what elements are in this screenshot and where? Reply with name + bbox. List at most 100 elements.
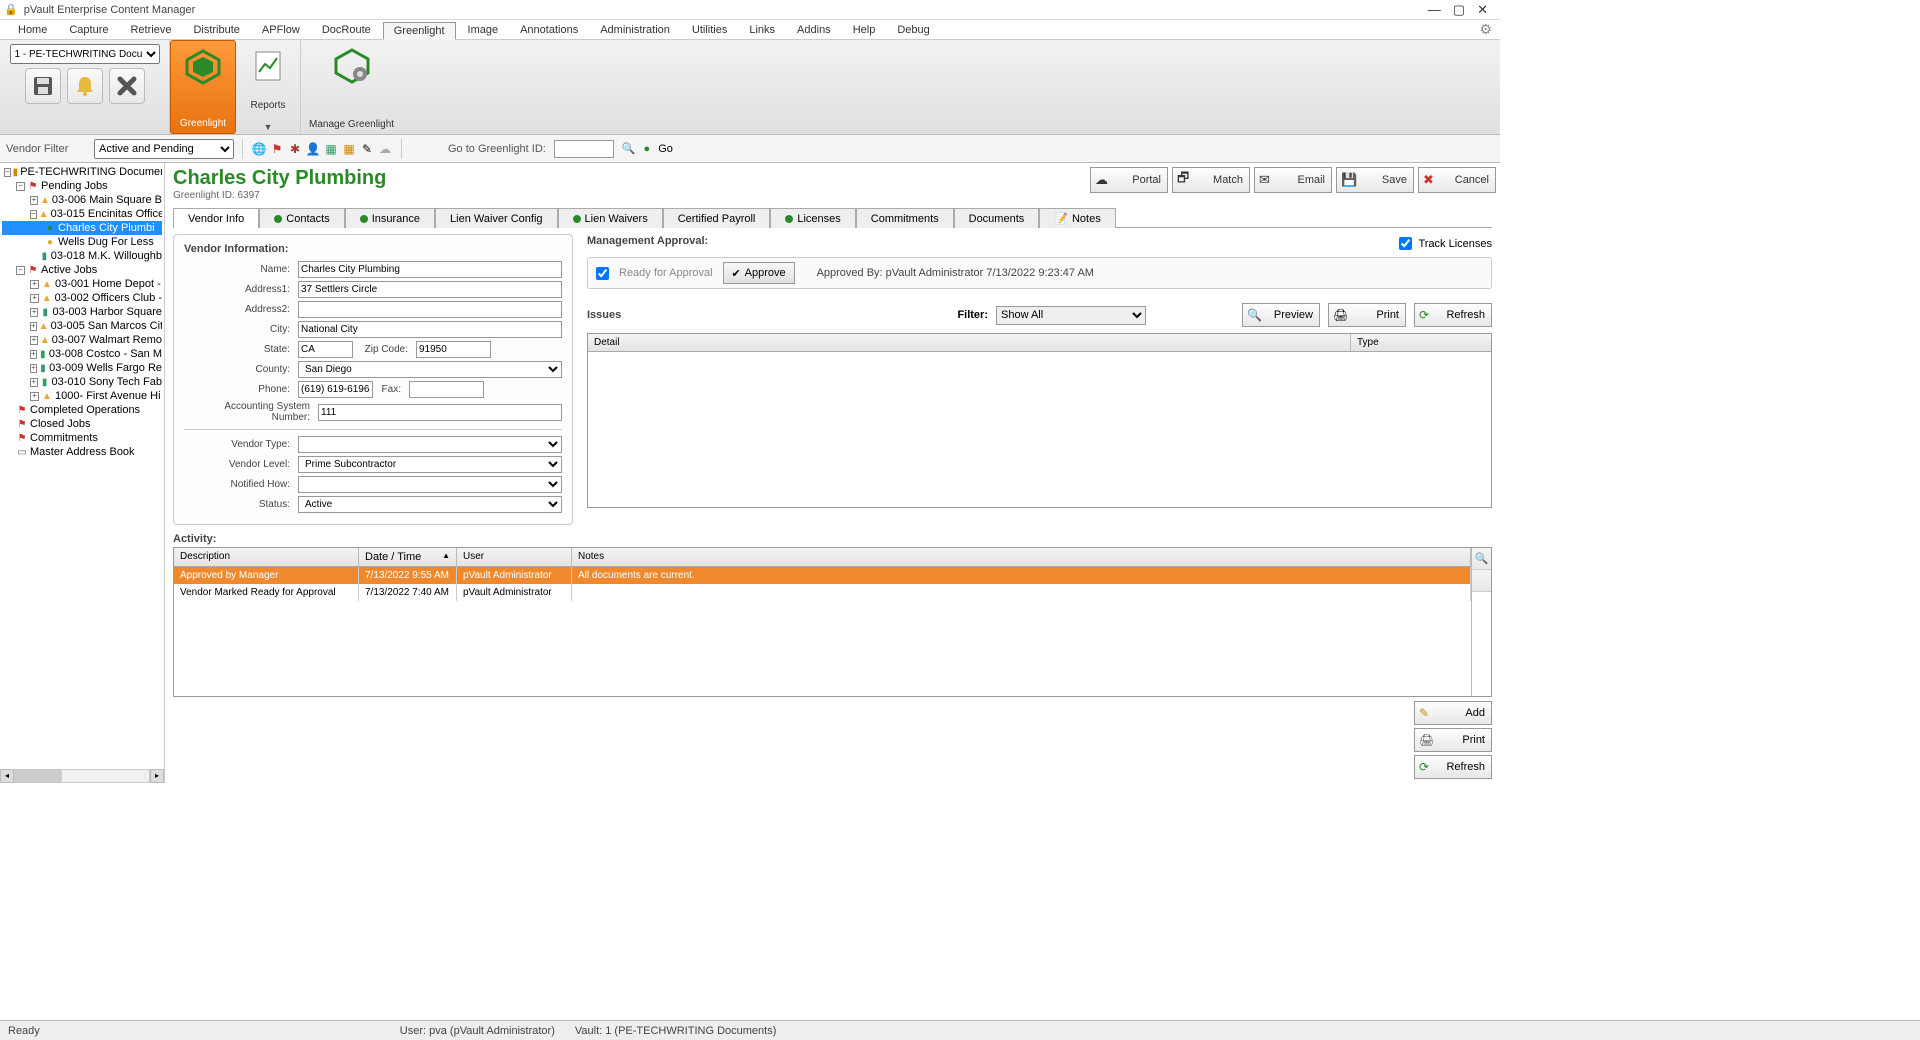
menu-annotations[interactable]: Annotations [510, 22, 588, 38]
activity-refresh-button[interactable]: ⟳Refresh [1414, 755, 1492, 779]
tree-active-jobs[interactable]: −⚑ Active Jobs [2, 263, 162, 277]
act-col-desc[interactable]: Description [174, 548, 359, 566]
go-label[interactable]: Go [658, 143, 673, 155]
expander-icon[interactable]: + [30, 336, 38, 345]
gear-icon[interactable]: ⚙ [1479, 21, 1492, 38]
county-select[interactable]: San Diego [298, 361, 562, 378]
go-dot-icon[interactable]: ● [644, 143, 651, 155]
notified-select[interactable] [298, 476, 562, 493]
act-col-user[interactable]: User [457, 548, 572, 566]
activity-row[interactable]: Approved by Manager7/13/2022 9:55 AMpVau… [174, 567, 1471, 584]
tree-section[interactable]: ⚑ Closed Jobs [2, 417, 162, 431]
tree-job[interactable]: +▮ 03-010 Sony Tech Fab [2, 375, 162, 389]
act-col-notes[interactable]: Notes [572, 548, 1471, 566]
tab-documents[interactable]: Documents [954, 208, 1040, 228]
tree-job[interactable]: +▮ 03-003 Harbor Square [2, 305, 162, 319]
tab-insurance[interactable]: Insurance [345, 208, 435, 228]
globe-icon[interactable]: 🌐 [251, 141, 267, 157]
expander-icon[interactable]: + [30, 280, 39, 289]
expander-icon[interactable]: + [30, 350, 37, 359]
tab-contacts[interactable]: Contacts [259, 208, 344, 228]
expander-icon[interactable]: − [30, 210, 37, 219]
issues-col-type[interactable]: Type [1351, 334, 1491, 351]
menu-home[interactable]: Home [8, 22, 57, 38]
menu-utilities[interactable]: Utilities [682, 22, 737, 38]
document-selector[interactable]: 1 - PE-TECHWRITING Documen [10, 44, 160, 64]
address2-field[interactable] [298, 301, 562, 318]
tree-root[interactable]: −▮ PE-TECHWRITING Documents [2, 165, 162, 179]
address1-field[interactable] [298, 281, 562, 298]
phone-field[interactable] [298, 381, 373, 398]
ribbon-reports[interactable]: Reports ▼ [236, 40, 301, 134]
issues-grid[interactable]: Detail Type [587, 333, 1492, 508]
tree-pending-jobs[interactable]: −⚑ Pending Jobs [2, 179, 162, 193]
cloud-icon[interactable]: ☁ [377, 141, 393, 157]
minimize-icon[interactable]: — [1428, 2, 1441, 18]
tab-vendor-info[interactable]: Vendor Info [173, 208, 259, 228]
tab-certified-payroll[interactable]: Certified Payroll [663, 208, 771, 228]
tree-job[interactable]: +▲ 03-002 Officers Club - [2, 291, 162, 305]
email-button[interactable]: ✉Email [1254, 167, 1332, 193]
grid-icon[interactable]: ▦ [341, 141, 357, 157]
ribbon-greenlight[interactable]: Greenlight [170, 40, 236, 134]
doc-icon[interactable]: ▦ [323, 141, 339, 157]
refresh-button[interactable]: ⟳Refresh [1414, 303, 1492, 327]
bug-icon[interactable]: ✱ [287, 141, 303, 157]
issues-col-detail[interactable]: Detail [588, 334, 1351, 351]
tab-commitments[interactable]: Commitments [856, 208, 954, 228]
tree-job[interactable]: +▲ 03-005 San Marcos Cit [2, 319, 162, 333]
portal-button[interactable]: ☁Portal [1090, 167, 1168, 193]
match-button[interactable]: 🗗Match [1172, 167, 1250, 193]
act-row-search-icon[interactable]: 🔍 [1472, 548, 1491, 570]
tree-job[interactable]: +▮ 03-009 Wells Fargo Re [2, 361, 162, 375]
menu-administration[interactable]: Administration [590, 22, 680, 38]
goto-input[interactable] [554, 140, 614, 158]
preview-button[interactable]: 🔍Preview [1242, 303, 1320, 327]
ribbon-manage-greenlight[interactable]: Manage Greenlight [301, 40, 402, 134]
asn-field[interactable] [318, 404, 562, 421]
act-col-dt[interactable]: Date / Time ▲ [359, 548, 457, 566]
tree-job[interactable]: +▮ 03-008 Costco - San M [2, 347, 162, 361]
tree-vendor[interactable]: ● Charles City Plumbi [2, 221, 162, 235]
save-button[interactable]: 💾Save [1336, 167, 1414, 193]
city-field[interactable] [298, 321, 562, 338]
expander-icon[interactable]: − [16, 266, 25, 275]
tab-lien-waiver-config[interactable]: Lien Waiver Config [435, 208, 558, 228]
menu-capture[interactable]: Capture [59, 22, 118, 38]
name-field[interactable] [298, 261, 562, 278]
expander-icon[interactable]: + [30, 294, 39, 303]
approve-button[interactable]: ✔ Approve [723, 262, 795, 284]
tab-notes[interactable]: 📝Notes [1039, 208, 1115, 228]
status-select[interactable]: Active [298, 496, 562, 513]
state-field[interactable] [298, 341, 353, 358]
expander-icon[interactable]: + [30, 364, 37, 373]
print-button[interactable]: 🖨Print [1328, 303, 1406, 327]
tree-job[interactable]: ▮ 03-018 M.K. Willoughb [2, 249, 162, 263]
tree-job[interactable]: +▲ 03-001 Home Depot - [2, 277, 162, 291]
track-licenses-checkbox[interactable] [1399, 237, 1412, 250]
expander-icon[interactable]: + [30, 392, 39, 401]
maximize-icon[interactable]: ▢ [1453, 2, 1465, 18]
ready-checkbox[interactable] [596, 267, 609, 280]
search-icon[interactable]: 🔍 [622, 142, 636, 155]
track-licenses[interactable]: Track Licenses [1395, 234, 1492, 253]
issues-filter-select[interactable]: Show All [996, 306, 1146, 325]
cancel-button[interactable]: ✖Cancel [1418, 167, 1496, 193]
tree-hscroll[interactable]: ◂▸ [0, 769, 164, 783]
cancel-x-icon[interactable] [109, 68, 145, 104]
menu-addins[interactable]: Addins [787, 22, 841, 38]
tree-job[interactable]: +▲ 03-006 Main Square B [2, 193, 162, 207]
save-icon[interactable] [25, 68, 61, 104]
menu-help[interactable]: Help [843, 22, 886, 38]
menu-debug[interactable]: Debug [887, 22, 939, 38]
menu-docroute[interactable]: DocRoute [312, 22, 381, 38]
tab-lien-waivers[interactable]: Lien Waivers [558, 208, 663, 228]
menu-retrieve[interactable]: Retrieve [120, 22, 181, 38]
expander-icon[interactable]: − [4, 168, 11, 177]
user-icon[interactable]: 👤 [305, 141, 321, 157]
tree-section[interactable]: ▭ Master Address Book [2, 445, 162, 459]
zip-field[interactable] [416, 341, 491, 358]
expander-icon[interactable]: + [30, 322, 37, 331]
tree-section[interactable]: ⚑ Completed Operations [2, 403, 162, 417]
activity-add-button[interactable]: ✎Add [1414, 701, 1492, 725]
